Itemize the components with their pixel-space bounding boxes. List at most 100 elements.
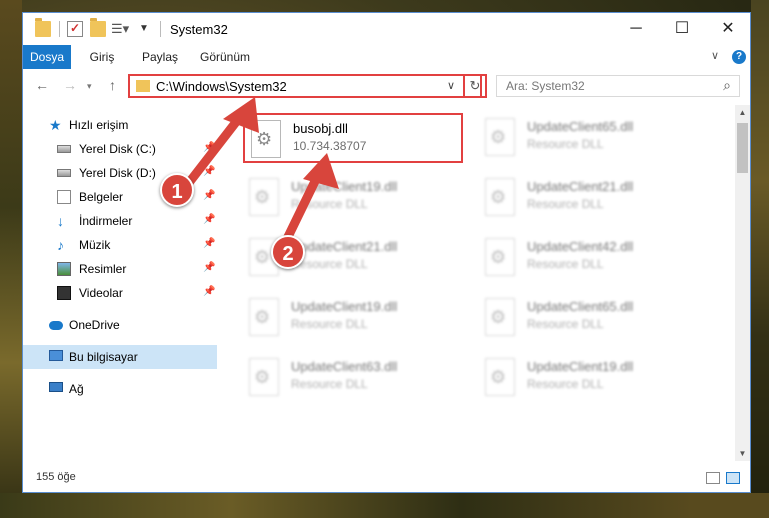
step-1-badge: 1 <box>160 173 194 207</box>
file-item[interactable]: UpdateClient21.dll Resource DLL <box>479 173 699 223</box>
file-type: Resource DLL <box>291 377 368 391</box>
sidebar-item-music[interactable]: ♪ Müzik 📌 <box>23 233 217 257</box>
file-name: UpdateClient19.dll <box>527 359 634 374</box>
document-icon <box>57 190 71 204</box>
music-icon: ♪ <box>57 237 64 253</box>
sidebar-item-label: İndirmeler <box>79 214 133 228</box>
file-name: UpdateClient65.dll <box>527 119 634 134</box>
sidebar-item-onedrive[interactable]: OneDrive <box>23 313 217 337</box>
disk-icon <box>57 169 71 177</box>
desktop-wallpaper-right <box>751 0 769 518</box>
pin-icon[interactable]: 📌 <box>203 238 215 249</box>
tab-view[interactable]: Görünüm <box>193 45 257 69</box>
properties-icon[interactable] <box>67 21 83 37</box>
ribbon-tabs: Dosya Giriş Paylaş Görünüm ∨ ? <box>23 45 750 70</box>
download-icon: ↓ <box>57 213 64 229</box>
file-name: UpdateClient21.dll <box>527 179 634 194</box>
file-name: UpdateClient65.dll <box>527 299 634 314</box>
customize-toolbar-icon[interactable]: ☰▾ <box>111 21 129 37</box>
tab-home[interactable]: Giriş <box>75 45 129 69</box>
sidebar-item-label: Hızlı erişim <box>69 118 129 132</box>
navigation-bar: ← → ▾ ↑ C:\Windows\System32 ∨ ↻ Ara: Sys… <box>23 69 750 105</box>
title-bar: ☰▾ ▼ System32 ─ ☐ ✕ <box>23 13 750 45</box>
dll-file-icon <box>485 298 515 336</box>
star-icon: ★ <box>49 117 62 133</box>
file-item[interactable]: UpdateClient65.dll Resource DLL <box>479 293 699 343</box>
file-type: Resource DLL <box>527 257 604 271</box>
sidebar-item-label: Ağ <box>69 382 84 396</box>
video-icon <box>57 286 71 300</box>
toolbar-separator <box>59 21 60 37</box>
sidebar-item-network[interactable]: Ağ <box>23 377 217 401</box>
sidebar-item-label: Yerel Disk (C:) <box>79 142 156 156</box>
minimize-button[interactable]: ─ <box>613 13 659 45</box>
scrollbar-thumb[interactable] <box>737 123 748 173</box>
vertical-scrollbar[interactable]: ▲ ▼ <box>735 105 750 461</box>
expand-ribbon-icon[interactable]: ∨ <box>711 49 719 62</box>
recent-locations-icon[interactable]: ▾ <box>87 81 92 92</box>
file-item[interactable]: UpdateClient63.dll Resource DLL <box>243 353 463 403</box>
title-separator <box>160 21 161 37</box>
sidebar-item-pictures[interactable]: Resimler 📌 <box>23 257 217 281</box>
search-icon[interactable]: ⌕ <box>723 77 731 94</box>
desktop-wallpaper-bottom <box>0 493 769 518</box>
computer-icon <box>49 350 63 361</box>
dll-file-icon <box>249 358 279 396</box>
search-box[interactable]: Ara: System32 ⌕ <box>496 75 740 97</box>
file-item[interactable]: UpdateClient19.dll Resource DLL <box>243 293 463 343</box>
up-arrow-icon[interactable]: ↑ <box>109 77 116 93</box>
pin-icon[interactable]: 📌 <box>203 214 215 225</box>
forward-arrow-icon[interactable]: → <box>63 77 77 93</box>
sidebar-item-label: Belgeler <box>79 190 124 204</box>
sidebar-item-label: Videolar <box>79 286 123 300</box>
new-folder-icon[interactable] <box>90 18 106 37</box>
network-icon <box>49 382 63 392</box>
dll-file-icon <box>485 358 515 396</box>
maximize-button[interactable]: ☐ <box>659 13 705 45</box>
sidebar-item-downloads[interactable]: ↓ İndirmeler 📌 <box>23 209 217 233</box>
sidebar-item-label: Yerel Disk (D:) <box>79 166 156 180</box>
scroll-up-icon[interactable]: ▲ <box>735 105 750 120</box>
details-view-icon[interactable] <box>706 472 720 484</box>
close-button[interactable]: ✕ <box>705 13 751 45</box>
address-dropdown-icon[interactable]: ∨ <box>447 79 455 92</box>
back-arrow-icon[interactable]: ← <box>35 77 49 93</box>
file-type: Resource DLL <box>527 137 604 151</box>
file-name: UpdateClient19.dll <box>291 299 398 314</box>
help-icon[interactable]: ? <box>732 50 746 64</box>
cloud-icon <box>49 321 63 330</box>
refresh-button[interactable]: ↻ <box>463 74 487 98</box>
file-name: UpdateClient42.dll <box>527 239 634 254</box>
disk-icon <box>57 145 71 153</box>
file-item[interactable]: UpdateClient65.dll Resource DLL <box>479 113 699 163</box>
file-type: Resource DLL <box>527 317 604 331</box>
address-path[interactable]: C:\Windows\System32 <box>156 79 287 94</box>
pictures-icon <box>57 262 71 276</box>
desktop-wallpaper-left <box>0 0 22 518</box>
sidebar-item-label: Resimler <box>79 262 127 276</box>
window-title: System32 <box>170 22 228 37</box>
sidebar-item-label: OneDrive <box>69 318 120 332</box>
toolbar-dropdown-icon[interactable]: ▼ <box>139 21 155 37</box>
dll-file-icon <box>485 118 515 156</box>
file-type: Resource DLL <box>527 377 604 391</box>
pin-icon[interactable]: 📌 <box>203 286 215 297</box>
tab-file[interactable]: Dosya <box>23 45 71 69</box>
dll-file-icon <box>485 178 515 216</box>
folder-icon[interactable] <box>35 18 51 37</box>
scroll-down-icon[interactable]: ▼ <box>735 446 750 461</box>
file-item[interactable]: UpdateClient42.dll Resource DLL <box>479 233 699 283</box>
dll-file-icon <box>485 238 515 276</box>
file-item[interactable]: UpdateClient19.dll Resource DLL <box>479 353 699 403</box>
sidebar-item-this-pc[interactable]: Bu bilgisayar <box>23 345 217 369</box>
sidebar-item-videos[interactable]: Videolar 📌 <box>23 281 217 305</box>
tiles-view-icon[interactable] <box>726 472 740 484</box>
dll-file-icon <box>249 298 279 336</box>
sidebar-item-label: Müzik <box>79 238 111 252</box>
tab-share[interactable]: Paylaş <box>131 45 189 69</box>
file-name: busobj.dll <box>293 121 348 136</box>
pin-icon[interactable]: 📌 <box>203 262 215 273</box>
search-placeholder: Ara: System32 <box>506 79 585 93</box>
item-count: 155 öğe <box>36 471 76 483</box>
file-type: Resource DLL <box>291 317 368 331</box>
